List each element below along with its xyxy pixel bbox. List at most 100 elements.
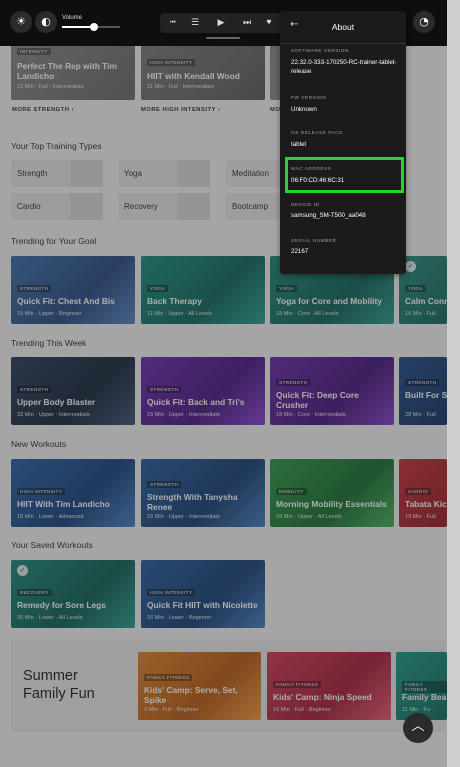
card-badge: FAMILY FITNESS xyxy=(144,674,193,681)
card-badge: YOGA xyxy=(405,285,426,292)
type-strength[interactable]: Strength xyxy=(11,160,103,187)
card-meta: 15 Min · Upper · Beginner xyxy=(17,311,82,317)
field-value: Unknown xyxy=(291,106,317,113)
card-title: Yoga for Core and Mobility xyxy=(276,296,382,306)
workout-card[interactable]: FAMILY FITNESS Family Bea 11 Min · Fu xyxy=(396,652,447,720)
drag-handle[interactable] xyxy=(206,37,240,39)
field-label: DEVICE ID xyxy=(291,203,320,208)
workout-card[interactable]: YOGA Back Therapy 11 Min · Upper · All L… xyxy=(141,256,265,324)
card-title: Quick Fit: Chest And Bis xyxy=(17,296,115,306)
card-title: Family Bea xyxy=(402,692,447,702)
type-label: Meditation xyxy=(232,169,269,178)
card-meta: 16 Min · Full xyxy=(405,311,436,317)
card-title: Back Therapy xyxy=(147,296,202,306)
type-thumb xyxy=(177,193,210,220)
workout-card[interactable]: STRENGTH Quick Fit: Deep Core Crusher 18… xyxy=(270,357,394,425)
workout-card[interactable]: STRENGTH Strength With Tanysha Renee 16 … xyxy=(141,459,265,527)
workout-card[interactable]: HIGH INTENSITY Quick Fit HIIT with Nicol… xyxy=(141,560,265,628)
card-badge: FAMILY FITNESS xyxy=(273,681,322,688)
type-thumb xyxy=(177,160,210,187)
divider xyxy=(280,43,406,44)
card-title: HIIT With Tim Landicho xyxy=(17,499,110,509)
workout-card[interactable]: CARDIO Tabata Kic 19 Min · Full xyxy=(399,459,447,527)
card-meta: 19 Min · Full xyxy=(405,514,436,520)
panel-title: About xyxy=(331,22,355,32)
play-icon[interactable]: ▶ xyxy=(212,13,230,33)
field-value: tablet xyxy=(291,141,307,148)
volume-knob[interactable] xyxy=(89,23,98,31)
card-title: Perfect The Rep with Tim Landicho xyxy=(17,61,117,81)
media-controls: ⏮ ☰ ▶ ⏭ ♥ xyxy=(160,13,284,33)
card-title: Upper Body Blaster xyxy=(17,397,96,407)
card-badge: STRENGTH xyxy=(405,379,440,386)
workout-card[interactable]: STRENGTH Upper Body Blaster 33 Min · Upp… xyxy=(11,357,135,425)
type-label: Bootcamp xyxy=(232,202,269,211)
workout-card[interactable]: FAMILY FITNESS Kids' Camp: Ninja Speed 1… xyxy=(267,652,391,720)
card-meta: 15 Min · Upper · Intermediate xyxy=(147,412,221,418)
card-badge: STRENGTH xyxy=(147,386,182,393)
card-meta: 16 Min · Lower · Beginner xyxy=(147,615,212,621)
like-icon[interactable]: ♥ xyxy=(260,13,278,33)
banner-title: Summer Family Fun xyxy=(23,667,95,703)
card-meta: 21 Min · Full · Intermediate xyxy=(147,84,214,90)
card-title: Morning Mobility Essentials xyxy=(276,499,387,509)
card-title: Built For S Rodonis xyxy=(405,390,447,400)
workout-card[interactable]: MOBILITY Morning Mobility Essentials 18 … xyxy=(270,459,394,527)
card-meta: 18 Min · Upper · All Levels xyxy=(276,514,342,520)
workout-card[interactable]: HIGH INTENSITY HIIT With Tim Landicho 16… xyxy=(11,459,135,527)
field-label: FW VERSION xyxy=(291,96,327,101)
card-meta: 16 Min · Full · Beginner xyxy=(273,707,332,713)
card-title: Tabata Kic xyxy=(405,499,447,509)
more-high-intensity-link[interactable]: MORE HIGH INTENSITY › xyxy=(141,107,220,113)
card-badge: HIGH INTENSITY xyxy=(17,488,66,495)
card-meta: 18 Min · Core · Intermediate xyxy=(276,412,346,418)
workout-card[interactable]: ✓ RECOVERY Remedy for Sore Legs 20 Min ·… xyxy=(11,560,135,628)
card-badge: STRENGTH xyxy=(276,379,311,386)
card-badge: STRENGTH xyxy=(147,481,182,488)
volume-slider[interactable] xyxy=(62,23,120,31)
banner-title-line: Family Fun xyxy=(23,686,95,702)
card-badge: YOGA xyxy=(147,285,168,292)
more-link[interactable]: MO xyxy=(270,107,280,113)
type-thumb xyxy=(70,160,103,187)
brightness-icon[interactable]: ☀ xyxy=(10,11,32,33)
section-title-trending-goal: Trending for Your Goal xyxy=(11,236,97,246)
card-title: Calm Conn xyxy=(405,296,447,306)
card-badge: INTENSITY xyxy=(17,48,51,55)
queue-icon[interactable]: ☰ xyxy=(186,13,204,33)
prev-icon[interactable]: ⏮ xyxy=(164,13,182,33)
contrast-icon[interactable]: ◐ xyxy=(35,11,57,33)
workout-card[interactable]: STRENGTH Quick Fit: Chest And Bis 15 Min… xyxy=(11,256,135,324)
card-title: Kids' Camp: Serve, Set, Spike xyxy=(144,685,238,705)
type-thumb xyxy=(70,193,103,220)
card-badge: HIGH INTENSITY xyxy=(147,589,196,596)
card-meta: 15 Min · Full · Intermediate xyxy=(17,84,84,90)
card-title: Kids' Camp: Ninja Speed xyxy=(273,692,372,702)
card-badge: STRENGTH xyxy=(17,285,52,292)
field-label: SERIAL NUMBER xyxy=(291,239,337,244)
link-label: MORE STRENGTH xyxy=(12,107,70,113)
type-cardio[interactable]: Cardio xyxy=(11,193,103,220)
timer-icon[interactable]: ◔ xyxy=(413,11,435,33)
workout-card[interactable]: FAMILY FITNESS Kids' Camp: Serve, Set, S… xyxy=(138,652,261,720)
field-label: SOFTWARE VERSION xyxy=(291,49,349,54)
mac-address-highlight xyxy=(285,157,404,193)
next-icon[interactable]: ⏭ xyxy=(238,13,256,33)
workout-card[interactable]: STRENGTH Built For S Rodonis 28 Min · Fu… xyxy=(399,357,447,425)
field-label: OS RELEASE PACK xyxy=(291,131,343,136)
card-badge: YOGA xyxy=(276,285,297,292)
card-title: Quick Fit: Deep Core Crusher xyxy=(276,390,359,410)
type-recovery[interactable]: Recovery xyxy=(118,193,210,220)
workout-card[interactable]: STRENGTH Quick Fit: Back and Tri's 15 Mi… xyxy=(141,357,265,425)
more-strength-link[interactable]: MORE STRENGTH › xyxy=(12,107,74,113)
scroll-to-top-button[interactable]: ︿ xyxy=(403,713,433,743)
workout-card[interactable]: ✓ YOGA Calm Conn 16 Min · Full xyxy=(399,256,447,324)
card-title: HIIT with Kendall Wood xyxy=(147,71,240,81)
card-badge: RECOVERY xyxy=(17,589,52,596)
screen-edge xyxy=(447,0,460,767)
type-yoga[interactable]: Yoga xyxy=(118,160,210,187)
section-title-training-types: Your Top Training Types xyxy=(11,141,102,151)
field-value: 22167 xyxy=(291,248,309,255)
card-badge: MOBILITY xyxy=(276,488,307,495)
card-meta: 9 Min · Full · Beginner xyxy=(144,707,200,713)
